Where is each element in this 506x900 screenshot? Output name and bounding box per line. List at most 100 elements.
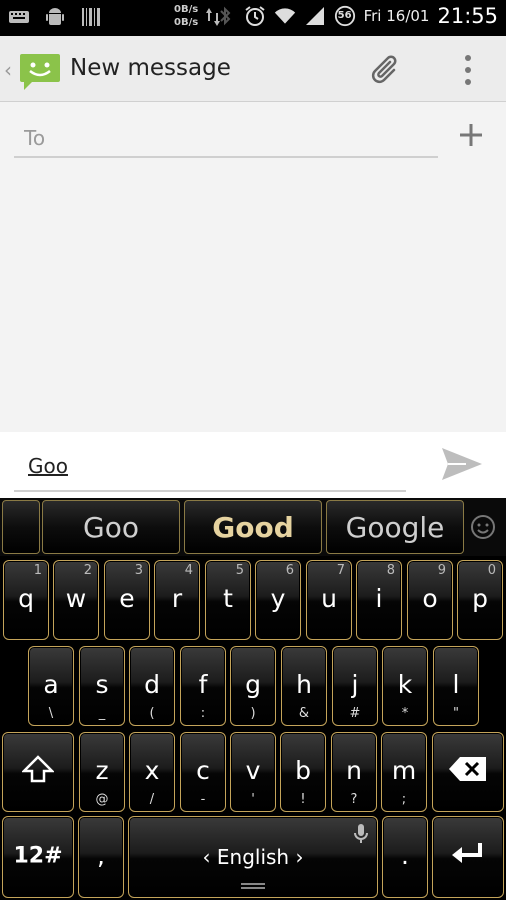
rate-up: 0B/s (174, 4, 199, 15)
to-input[interactable] (14, 120, 438, 156)
key-i[interactable]: i8 (356, 560, 402, 640)
key-sublabel: 1 (33, 563, 42, 578)
key-a[interactable]: a \ (28, 646, 74, 726)
space-key-label: ‹ English › (202, 845, 304, 869)
send-icon[interactable] (440, 444, 484, 484)
action-bar: ‹ New message (0, 36, 506, 102)
key-label: l (452, 670, 460, 700)
message-text: Goo (28, 454, 68, 478)
status-time: 21:55 (437, 4, 498, 28)
suggestion-2[interactable]: Good (184, 500, 322, 554)
key-y[interactable]: y6 (255, 560, 301, 640)
key-label: u (321, 584, 337, 614)
key-sublabel: _ (98, 706, 106, 721)
key-q[interactable]: q1 (3, 560, 49, 640)
key-label: b (295, 756, 311, 786)
key-label: p (472, 584, 488, 614)
add-recipient-icon[interactable] (456, 120, 486, 150)
key-sublabel: : (200, 706, 206, 721)
key-label: y (270, 584, 286, 614)
key-sublabel: " (453, 706, 459, 721)
shift-key[interactable] (2, 732, 74, 812)
key-b[interactable]: b! (280, 732, 326, 812)
suggestion-3[interactable]: Google (326, 500, 464, 554)
key-t[interactable]: t5 (205, 560, 251, 640)
backspace-key[interactable] (432, 732, 504, 812)
battery-level: 56 (337, 10, 352, 21)
key-sublabel: ; (401, 792, 407, 807)
android-debug-icon (44, 6, 66, 28)
key-label: f (198, 670, 208, 700)
key-j[interactable]: j # (332, 646, 378, 726)
key-v[interactable]: v ' (230, 732, 276, 812)
symbols-key[interactable]: 12# (2, 816, 74, 898)
keyboard-icon (8, 6, 30, 28)
key-label: z (95, 756, 109, 786)
comma-key[interactable]: , (78, 816, 124, 898)
key-sublabel: - (200, 792, 206, 807)
suggestion-edge-left (2, 500, 40, 554)
key-sublabel: ' (251, 792, 255, 807)
key-z[interactable]: z @ (79, 732, 125, 812)
key-label: m (391, 756, 417, 786)
key-sublabel: 6 (285, 563, 294, 578)
battery-icon: 56 (334, 5, 356, 27)
barcode-icon (80, 6, 102, 28)
emoji-icon[interactable] (470, 514, 496, 540)
key-label: w (65, 584, 87, 614)
key-w[interactable]: w2 (53, 560, 99, 640)
key-sublabel: & (298, 706, 310, 721)
messaging-logo-icon[interactable] (18, 48, 62, 92)
key-h[interactable]: h & (281, 646, 327, 726)
key-u[interactable]: u7 (306, 560, 352, 640)
key-d[interactable]: d( (129, 646, 175, 726)
comma-key-label: , (97, 841, 105, 871)
key-label: g (245, 670, 261, 700)
to-field[interactable] (14, 120, 438, 158)
key-sublabel: \ (48, 706, 54, 721)
key-sublabel: 3 (134, 563, 143, 578)
key-x[interactable]: x / (129, 732, 175, 812)
key-m[interactable]: m; (381, 732, 427, 812)
key-o[interactable]: o9 (407, 560, 453, 640)
suggestion-1[interactable]: Goo (42, 500, 180, 554)
back-chevron-icon[interactable]: ‹ (4, 58, 12, 82)
compose-area (0, 102, 506, 432)
key-label: j (351, 670, 359, 700)
key-sublabel: @ (95, 792, 109, 807)
key-sublabel: # (349, 706, 361, 721)
rate-down: 0B/s (174, 17, 199, 28)
key-sublabel: / (149, 792, 155, 807)
symbols-key-label: 12# (13, 843, 63, 869)
key-sublabel: ! (300, 792, 306, 807)
page-title: New message (70, 55, 231, 81)
key-r[interactable]: r4 (154, 560, 200, 640)
space-key[interactable]: ‹ English › (128, 816, 378, 898)
signal-icon (304, 5, 326, 27)
attach-icon[interactable] (366, 50, 406, 90)
enter-icon (433, 841, 503, 873)
key-n[interactable]: n? (331, 732, 377, 812)
microphone-icon[interactable] (353, 823, 369, 845)
period-key[interactable]: . (382, 816, 428, 898)
key-g[interactable]: g) (230, 646, 276, 726)
message-field[interactable]: Goo (14, 446, 406, 492)
key-p[interactable]: p0 (457, 560, 503, 640)
key-label: k (397, 670, 413, 700)
key-label: s (95, 670, 109, 700)
key-label: e (119, 584, 135, 614)
key-f[interactable]: f: (180, 646, 226, 726)
key-k[interactable]: k * (382, 646, 428, 726)
enter-key[interactable] (432, 816, 504, 898)
overflow-menu-icon[interactable] (458, 50, 478, 90)
key-sublabel: ) (250, 706, 256, 721)
key-sublabel: 7 (336, 563, 345, 578)
key-s[interactable]: s _ (79, 646, 125, 726)
key-c[interactable]: c- (180, 732, 226, 812)
key-l[interactable]: l " (433, 646, 479, 726)
backspace-icon (433, 756, 503, 788)
alarm-icon (244, 5, 266, 27)
status-date: Fri 16/01 (363, 7, 430, 25)
wifi-icon (274, 5, 296, 27)
key-e[interactable]: e3 (104, 560, 150, 640)
